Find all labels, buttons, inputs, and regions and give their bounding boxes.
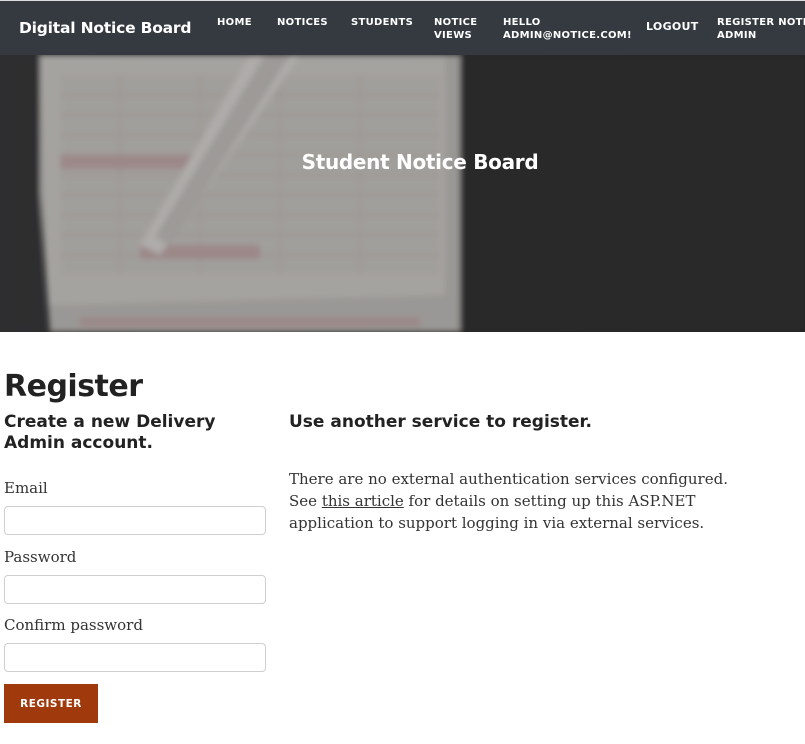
brand-link[interactable]: Digital Notice Board: [19, 19, 191, 37]
confirm-password-field[interactable]: [4, 643, 266, 672]
nav-link-notice-views-label-2: VIEWS: [434, 30, 473, 41]
nav-link-notice-views[interactable]: NOTICE VIEWS: [434, 16, 477, 42]
nav-link-manage-account-label-1: HELLO: [503, 17, 541, 28]
email-field[interactable]: [4, 506, 266, 535]
navbar: Digital Notice Board HOME NOTICES STUDEN…: [0, 0, 805, 55]
this-article-link[interactable]: this article: [322, 492, 404, 510]
external-login-heading: Use another service to register.: [289, 412, 592, 432]
nav-link-students[interactable]: STUDENTS: [351, 16, 413, 29]
create-account-heading: Create a new Delivery Admin account.: [4, 412, 216, 453]
nav-link-home[interactable]: HOME: [217, 16, 252, 29]
password-label: Password: [4, 548, 77, 566]
nav-link-home-label: HOME: [217, 17, 252, 28]
hero-banner: Student Notice Board: [0, 55, 805, 332]
nav-link-logout-label: LOGOUT: [646, 20, 699, 33]
hero-background-image: [0, 55, 805, 332]
nav-link-register-notice-admin[interactable]: REGISTER NOTICE ADMIN: [717, 16, 805, 42]
nav-link-notices-label: NOTICES: [277, 17, 328, 28]
register-button[interactable]: Register: [4, 684, 98, 723]
nav-link-register-notice-admin-label-1: REGISTER NOTICE: [717, 17, 805, 28]
nav-link-logout[interactable]: LOGOUT: [646, 20, 699, 33]
nav-link-manage-account[interactable]: HELLO ADMIN@NOTICE.COM!: [503, 16, 632, 42]
nav-link-manage-account-label-2: ADMIN@NOTICE.COM!: [503, 30, 632, 41]
nav-link-notices[interactable]: NOTICES: [277, 16, 328, 29]
confirm-password-label: Confirm password: [4, 616, 143, 634]
hero-title: Student Notice Board: [301, 150, 539, 174]
nav-link-notice-views-label-1: NOTICE: [434, 17, 478, 28]
page-title: Register: [4, 369, 143, 404]
password-field[interactable]: [4, 575, 266, 604]
external-auth-info: There are no external authentication ser…: [289, 468, 729, 534]
email-label: Email: [4, 479, 48, 497]
nav-link-register-notice-admin-label-2: ADMIN: [717, 30, 757, 41]
nav-link-students-label: STUDENTS: [351, 17, 414, 28]
